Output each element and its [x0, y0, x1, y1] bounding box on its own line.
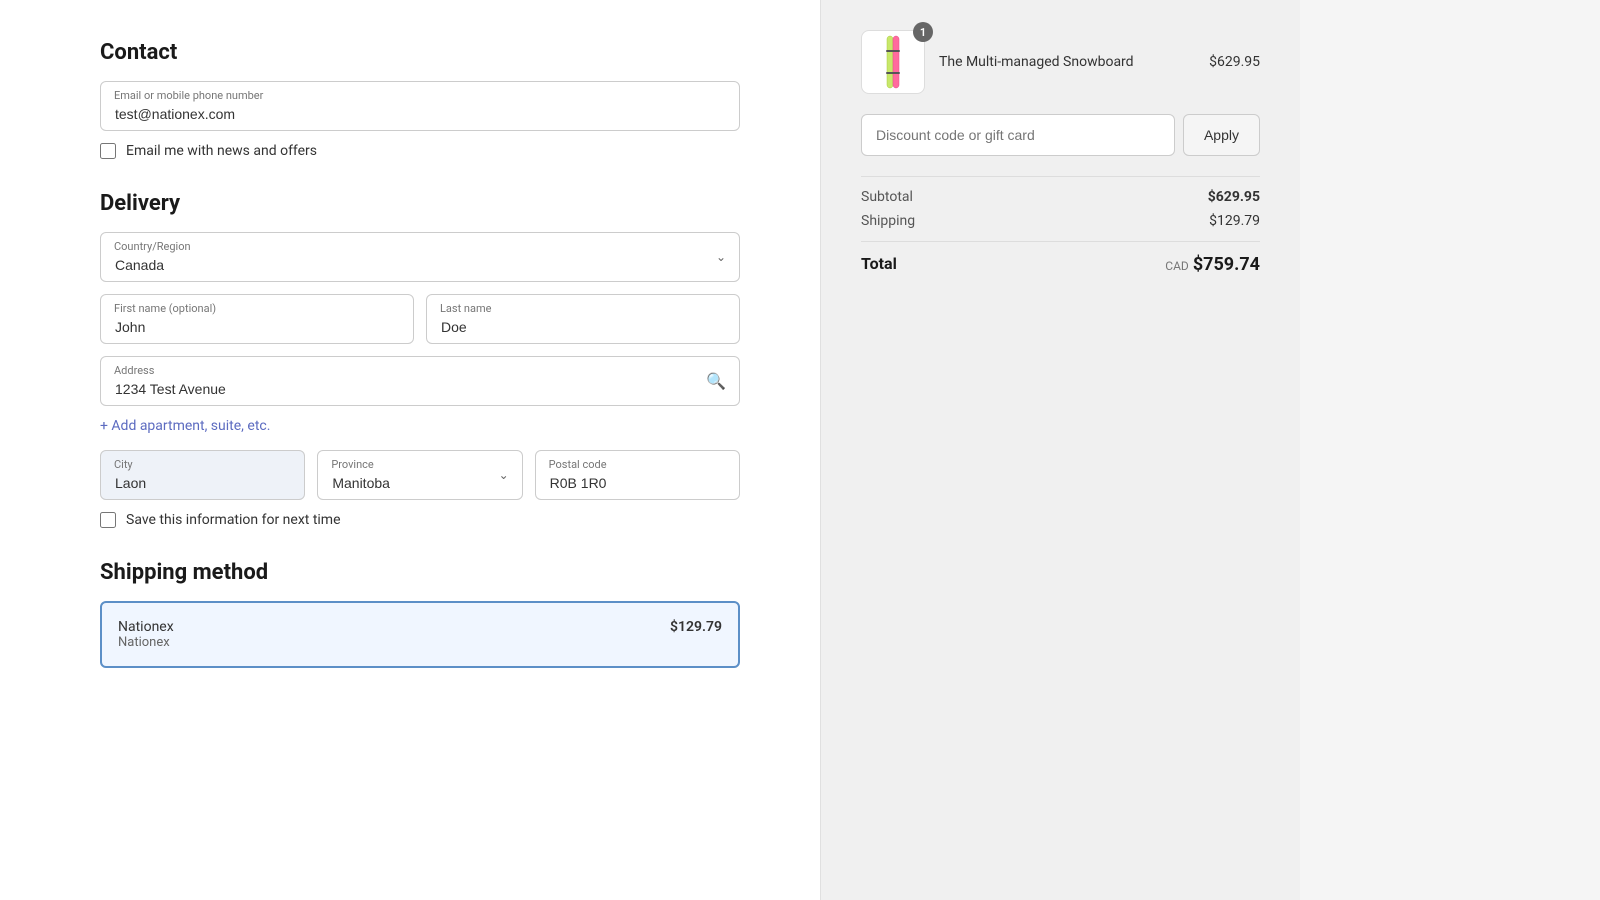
- shipping-summary-value: $129.79: [1209, 213, 1260, 229]
- city-label: City: [114, 458, 133, 471]
- product-qty-badge: 1: [913, 22, 933, 42]
- province-group: Province Manitoba Ontario Quebec Alberta…: [317, 450, 522, 500]
- newsletter-checkbox[interactable]: [100, 143, 116, 159]
- product-image-wrap: 1: [861, 30, 925, 94]
- subtotal-row: Subtotal $629.95: [861, 189, 1260, 205]
- product-price: $629.95: [1209, 54, 1260, 70]
- address-label: Address: [114, 364, 154, 377]
- save-info-label[interactable]: Save this information for next time: [126, 512, 341, 528]
- total-currency: CAD: [1165, 259, 1189, 273]
- save-info-checkbox[interactable]: [100, 512, 116, 528]
- address-input[interactable]: [100, 356, 740, 406]
- summary-divider: [861, 176, 1260, 177]
- add-apartment-link[interactable]: + Add apartment, suite, etc.: [100, 418, 270, 434]
- shipping-carrier-sub: Nationex: [118, 635, 174, 650]
- discount-input[interactable]: [861, 114, 1175, 156]
- newsletter-label[interactable]: Email me with news and offers: [126, 143, 317, 159]
- email-label: Email or mobile phone number: [114, 89, 263, 102]
- first-name-group: First name (optional): [100, 294, 414, 344]
- province-label: Province: [331, 458, 373, 471]
- shipping-info: Nationex Nationex: [118, 619, 174, 650]
- apply-button[interactable]: Apply: [1183, 114, 1260, 156]
- total-row: Total CAD $759.74: [861, 254, 1260, 275]
- left-panel: Contact Email or mobile phone number Ema…: [0, 0, 820, 900]
- country-label: Country/Region: [114, 240, 191, 253]
- total-label: Total: [861, 254, 897, 275]
- postal-label: Postal code: [549, 458, 607, 471]
- total-divider: [861, 241, 1260, 242]
- email-input-group: Email or mobile phone number: [100, 81, 740, 131]
- shipping-carrier-name: Nationex: [118, 619, 174, 635]
- save-info-row: Save this information for next time: [100, 512, 740, 528]
- contact-section: Contact Email or mobile phone number Ema…: [100, 40, 740, 159]
- product-row: 1 The Multi-managed Snowboard $629.95: [861, 30, 1260, 94]
- city-province-postal-row: City Province Manitoba Ontario Quebec Al…: [100, 450, 740, 500]
- total-amount: $759.74: [1193, 254, 1260, 275]
- postal-group: Postal code: [535, 450, 740, 500]
- product-image: [861, 30, 925, 94]
- shipping-row: Shipping $129.79: [861, 213, 1260, 229]
- subtotal-label: Subtotal: [861, 189, 913, 205]
- name-row: First name (optional) Last name: [100, 294, 740, 344]
- product-snowboard-svg: [871, 34, 915, 90]
- shipping-summary-label: Shipping: [861, 213, 915, 229]
- newsletter-row: Email me with news and offers: [100, 143, 740, 159]
- last-name-label: Last name: [440, 302, 491, 315]
- shipping-section: Shipping method Nationex Nationex $129.7…: [100, 560, 740, 668]
- discount-row: Apply: [861, 114, 1260, 156]
- delivery-section: Delivery Country/Region Canada United St…: [100, 191, 740, 528]
- total-value-group: CAD $759.74: [1165, 254, 1260, 275]
- country-select-group: Country/Region Canada United States ⌄: [100, 232, 740, 282]
- shipping-option[interactable]: Nationex Nationex $129.79: [100, 601, 740, 668]
- last-name-group: Last name: [426, 294, 740, 344]
- city-group: City: [100, 450, 305, 500]
- search-icon: 🔍: [706, 372, 726, 391]
- subtotal-value: $629.95: [1208, 189, 1260, 205]
- shipping-heading: Shipping method: [100, 560, 740, 585]
- delivery-heading: Delivery: [100, 191, 740, 216]
- contact-heading: Contact: [100, 40, 740, 65]
- right-panel: 1 The Multi-managed Snowboard $629.95 Ap…: [820, 0, 1300, 900]
- address-group: Address 🔍: [100, 356, 740, 406]
- product-name: The Multi-managed Snowboard: [939, 54, 1195, 70]
- country-select[interactable]: Canada United States: [100, 232, 740, 282]
- first-name-label: First name (optional): [114, 302, 216, 315]
- shipping-carrier-price: $129.79: [670, 619, 722, 635]
